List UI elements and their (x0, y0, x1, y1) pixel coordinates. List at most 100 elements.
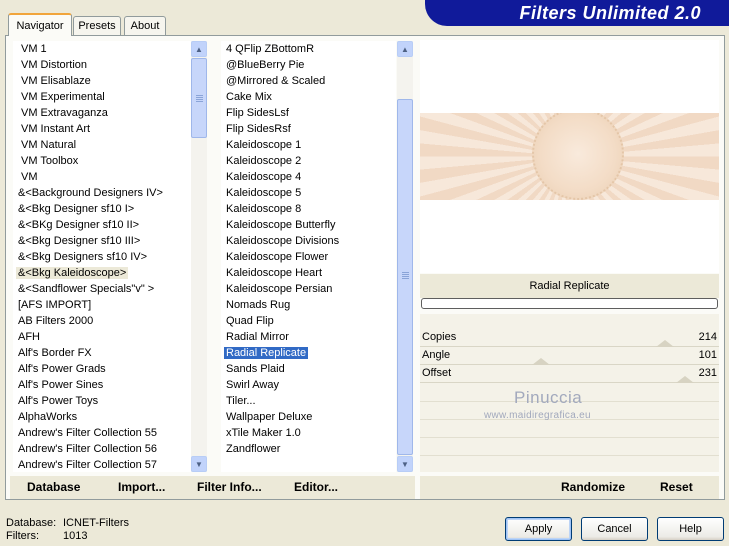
param-copies-label: Copies (422, 331, 457, 343)
param-offset[interactable]: Offset 231 (420, 365, 719, 383)
scroll-down-icon[interactable]: ▼ (191, 456, 207, 472)
category-scroll-thumb[interactable] (191, 58, 207, 138)
list-item[interactable]: Wallpaper Deluxe (221, 409, 396, 425)
reset-button[interactable]: Reset (660, 480, 693, 494)
list-item[interactable]: Radial Mirror (221, 329, 396, 345)
category-list[interactable]: VM 1 VM Distortion VM Elisablaze VM Experim… (13, 41, 191, 472)
param-offset-slider[interactable] (675, 376, 694, 383)
scroll-down-icon[interactable]: ▼ (397, 456, 413, 472)
filter-scroll-thumb[interactable] (397, 99, 413, 455)
list-item[interactable]: Kaleidoscope Persian (221, 281, 396, 297)
list-item[interactable]: &<BKg Designer sf10 II> (13, 217, 191, 233)
list-item[interactable]: @BlueBerry Pie (221, 57, 396, 73)
list-item[interactable]: Andrew's Filter Collection 55 (13, 425, 191, 441)
list-item[interactable]: [AFS IMPORT] (13, 297, 191, 313)
list-item-label: &<Sandflower Specials"v" > (18, 283, 155, 295)
reset-button-label: Reset (660, 480, 693, 494)
help-button[interactable]: Help (657, 517, 724, 541)
list-item[interactable]: Cake Mix (221, 89, 396, 105)
filter-scrollbar[interactable]: ▲ ▼ (397, 41, 413, 472)
filter-list[interactable]: 4 QFlip ZBottomR @BlueBerry Pie @Mirrored … (221, 41, 396, 472)
list-item[interactable]: Kaleidoscope 2 (221, 153, 396, 169)
list-item-label: &<Bkg Designer sf10 I> (18, 203, 135, 215)
list-item[interactable]: VM 1 (13, 41, 191, 57)
randomize-button[interactable]: Randomize (561, 480, 625, 494)
list-item[interactable]: Kaleidoscope Heart (221, 265, 396, 281)
list-item[interactable]: xTile Maker 1.0 (221, 425, 396, 441)
list-item-label: Kaleidoscope Flower (226, 251, 329, 263)
param-offset-track[interactable] (420, 382, 719, 383)
list-item[interactable]: VM (13, 169, 191, 185)
list-item[interactable]: Kaleidoscope Flower (221, 249, 396, 265)
list-item[interactable]: Kaleidoscope 8 (221, 201, 396, 217)
category-scrollbar[interactable]: ▲ ▼ (191, 41, 207, 472)
list-item[interactable]: VM Extravaganza (13, 105, 191, 121)
list-item-label: Flip SidesLsf (226, 107, 289, 119)
list-item[interactable]: Zandflower (221, 441, 396, 457)
list-item[interactable]: VM Experimental (13, 89, 191, 105)
list-item[interactable]: Kaleidoscope Butterfly (221, 217, 396, 233)
param-copies-slider[interactable] (656, 340, 675, 347)
database-button[interactable]: Database (27, 480, 80, 494)
list-item[interactable]: &<Bkg Kaleidoscope> (13, 265, 191, 281)
list-item[interactable]: AlphaWorks (13, 409, 191, 425)
list-item[interactable]: Kaleidoscope 1 (221, 137, 396, 153)
list-item[interactable]: Andrew's Filter Collection 57 (13, 457, 191, 472)
list-item[interactable]: &<Bkg Designers sf10 IV> (13, 249, 191, 265)
list-item[interactable]: 4 QFlip ZBottomR (221, 41, 396, 57)
list-item[interactable]: Alf's Power Toys (13, 393, 191, 409)
list-item[interactable]: @Mirrored & Scaled (221, 73, 396, 89)
list-item-label: Kaleidoscope Persian (226, 283, 333, 295)
list-item[interactable]: VM Distortion (13, 57, 191, 73)
current-filter-name-bar: Radial Replicate (420, 274, 719, 298)
apply-button[interactable]: Apply (505, 517, 572, 541)
scroll-up-icon[interactable]: ▲ (397, 41, 413, 57)
filter-info-button[interactable]: Filter Info... (197, 480, 262, 494)
list-item[interactable]: Kaleidoscope 5 (221, 185, 396, 201)
list-item[interactable]: &<Bkg Designer sf10 I> (13, 201, 191, 217)
list-item[interactable]: Flip SidesLsf (221, 105, 396, 121)
list-item-label: AlphaWorks (18, 411, 78, 423)
list-item[interactable]: AFH (13, 329, 191, 345)
tab-about[interactable]: About (124, 16, 166, 35)
filters-count-label: Filters: (6, 530, 39, 542)
list-item[interactable]: Tiler... (221, 393, 396, 409)
cancel-button[interactable]: Cancel (581, 517, 648, 541)
param-copies[interactable]: Copies 214 (420, 329, 719, 347)
list-item[interactable]: AB Filters 2000 (13, 313, 191, 329)
list-item[interactable]: &<Sandflower Specials"v" > (13, 281, 191, 297)
list-item[interactable]: Alf's Power Grads (13, 361, 191, 377)
list-item[interactable]: VM Toolbox (13, 153, 191, 169)
list-item-label: VM Experimental (21, 91, 105, 103)
database-status-value: ICNET-Filters (63, 517, 129, 529)
list-item[interactable]: Alf's Border FX (13, 345, 191, 361)
tab-navigator[interactable]: Navigator (8, 13, 72, 36)
list-item[interactable]: Andrew's Filter Collection 56 (13, 441, 191, 457)
list-item[interactable]: Swirl Away (221, 377, 396, 393)
param-angle[interactable]: Angle 101 (420, 347, 719, 365)
list-item[interactable]: VM Natural (13, 137, 191, 153)
scroll-up-icon[interactable]: ▲ (191, 41, 207, 57)
import-button[interactable]: Import... (118, 480, 165, 494)
list-item[interactable]: Flip SidesRsf (221, 121, 396, 137)
editor-button-label: Editor... (294, 480, 339, 494)
list-item[interactable]: Kaleidoscope Divisions (221, 233, 396, 249)
list-item[interactable]: &<Background Designers IV> (13, 185, 191, 201)
list-item-label: Flip SidesRsf (226, 123, 291, 135)
param-angle-slider[interactable] (532, 358, 551, 365)
editor-button[interactable]: Editor... (294, 480, 338, 494)
list-item[interactable]: Kaleidoscope 4 (221, 169, 396, 185)
list-item-label: Swirl Away (226, 379, 279, 391)
list-item-label: Zandflower (226, 443, 281, 455)
list-item[interactable]: Radial Replicate (221, 345, 396, 361)
list-item[interactable]: Quad Flip (221, 313, 396, 329)
list-item-label: Kaleidoscope 2 (226, 155, 302, 167)
tab-presets[interactable]: Presets (73, 16, 121, 35)
list-item[interactable]: Nomads Rug (221, 297, 396, 313)
randomize-button-label: Randomize (561, 480, 626, 494)
list-item[interactable]: VM Instant Art (13, 121, 191, 137)
list-item[interactable]: &<Bkg Designer sf10 III> (13, 233, 191, 249)
list-item[interactable]: Alf's Power Sines (13, 377, 191, 393)
list-item[interactable]: Sands Plaid (221, 361, 396, 377)
list-item[interactable]: VM Elisablaze (13, 73, 191, 89)
